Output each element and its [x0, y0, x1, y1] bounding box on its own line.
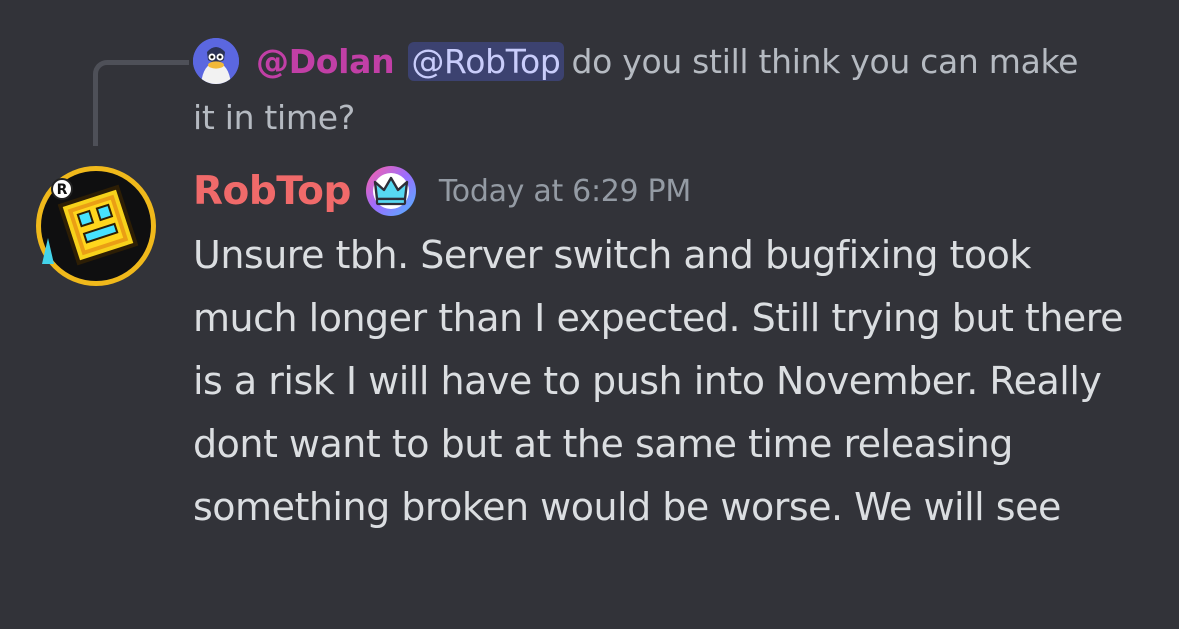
mention-pill[interactable]: @RobTop — [408, 42, 564, 81]
reply-preview[interactable]: @Dolan @RobTop do you still think you can … — [193, 34, 1093, 146]
author-name[interactable]: RobTop — [193, 169, 351, 214]
reply-author[interactable]: @Dolan — [256, 42, 395, 81]
message-content: Unsure tbh. Server switch and bugfixing … — [193, 233, 1123, 529]
message-header: RobTop Today at 6:29 PM — [193, 163, 691, 219]
geometry-dash-cube-avatar-icon: R — [36, 166, 156, 286]
crown-badge-icon[interactable] — [365, 165, 417, 217]
author-avatar[interactable]: R — [36, 166, 156, 286]
svg-text:R: R — [57, 182, 68, 198]
reply-connector-line — [93, 60, 189, 146]
timestamp: Today at 6:29 PM — [438, 173, 691, 209]
